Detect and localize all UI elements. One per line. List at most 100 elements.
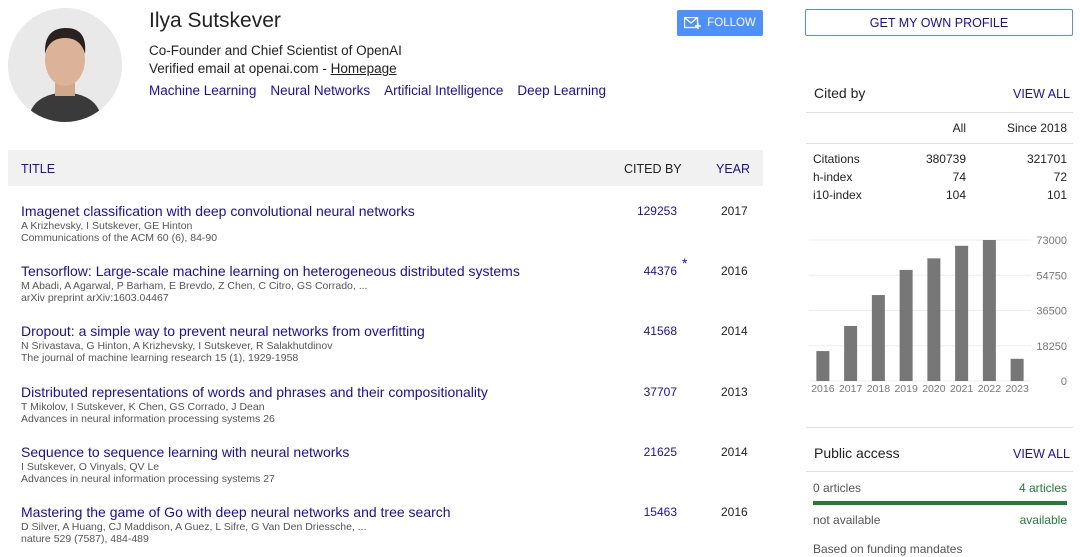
x-tick-label: 2016 xyxy=(811,383,835,395)
citation-bar[interactable] xyxy=(844,325,858,381)
citation-bar[interactable] xyxy=(1010,358,1024,381)
not-available-count: 0 articles xyxy=(813,481,862,495)
x-tick-label: 2021 xyxy=(950,383,974,395)
stat-label: h-index xyxy=(813,170,853,184)
cited-by-link[interactable]: 129253 xyxy=(621,204,677,218)
avatar xyxy=(8,8,122,122)
citation-bar[interactable] xyxy=(955,245,969,381)
citations-per-year-chart: 0 18250 36500 54750 73000 2016 2017 2018 2019 202… xyxy=(809,235,1067,395)
y-tick-label: 73000 xyxy=(1036,235,1067,247)
article-row: Distributed representations of words and… xyxy=(21,384,763,440)
citation-bar[interactable] xyxy=(871,295,885,381)
article-row: Tensorflow: Large-scale machine learning… xyxy=(21,255,763,319)
stat-since-value: 101 xyxy=(1046,188,1067,202)
article-venue: The journal of machine learning research… xyxy=(21,352,299,364)
citation-bar[interactable] xyxy=(927,258,941,381)
interest-link[interactable]: Neural Networks xyxy=(270,83,370,98)
article-title-link[interactable]: Dropout: a simple way to prevent neural … xyxy=(21,323,425,339)
article-title-link[interactable]: Sequence to sequence learning with neura… xyxy=(21,444,349,460)
x-tick-label: 2017 xyxy=(839,383,863,395)
email-text: Verified email at openai.com - xyxy=(149,61,327,76)
article-title-link[interactable]: Distributed representations of words and… xyxy=(21,384,488,400)
stat-all-value: 380739 xyxy=(925,152,966,166)
article-row: Mastering the game of Go with deep neura… xyxy=(21,504,763,557)
cited-by-link[interactable]: 41568 xyxy=(621,324,677,338)
stat-label: i10-index xyxy=(813,188,862,202)
follow-button[interactable]: FOLLOW xyxy=(677,10,763,36)
article-authors: I Sutskever, O Vinyals, QV Le xyxy=(21,461,160,473)
interest-link[interactable]: Artificial Intelligence xyxy=(384,83,503,98)
profile-affiliation: Co-Founder and Chief Scientist of OpenAI xyxy=(149,43,402,58)
article-venue: Communications of the ACM 60 (6), 84-90 xyxy=(21,232,218,244)
cited-by-link[interactable]: 44376 xyxy=(621,264,677,278)
article-year: 2016 xyxy=(721,264,748,278)
x-tick-label: 2022 xyxy=(978,383,1002,395)
divider xyxy=(806,112,1073,113)
available-count[interactable]: 4 articles xyxy=(987,481,1067,495)
research-interests: Machine Learning Neural Networks Artific… xyxy=(149,83,606,98)
article-year: 2014 xyxy=(721,445,748,459)
articles-table-header: TITLE CITED BY YEAR xyxy=(8,150,763,186)
cited-by-link[interactable]: 21625 xyxy=(621,445,677,459)
sort-by-year[interactable]: YEAR xyxy=(716,162,750,176)
stat-all-value: 104 xyxy=(945,188,966,202)
article-title-link[interactable]: Imagenet classification with deep convol… xyxy=(21,203,415,219)
sort-by-title[interactable]: TITLE xyxy=(21,162,55,176)
citation-bar[interactable] xyxy=(982,240,996,381)
article-authors: A Krizhevsky, I Sutskever, GE Hinton xyxy=(21,220,193,232)
stat-since-value: 72 xyxy=(1053,170,1067,184)
cited-by-title: Cited by xyxy=(814,85,866,101)
public-access-bar xyxy=(813,501,1067,505)
homepage-link[interactable]: Homepage xyxy=(331,61,397,76)
article-venue: nature 529 (7587), 484-489 xyxy=(21,533,149,545)
not-available-label: not available xyxy=(813,513,881,527)
y-tick-label: 36500 xyxy=(1036,306,1067,318)
interest-link[interactable]: Machine Learning xyxy=(149,83,256,98)
available-label: available xyxy=(1019,513,1067,527)
citation-bar[interactable] xyxy=(899,269,913,381)
article-year: 2014 xyxy=(721,324,748,338)
col-all-header: All xyxy=(952,121,966,135)
x-tick-label: 2020 xyxy=(922,383,946,395)
article-authors: M Abadi, A Agarwal, P Barham, E Brevdo, … xyxy=(21,280,368,292)
article-title-link[interactable]: Mastering the game of Go with deep neura… xyxy=(21,504,451,520)
divider xyxy=(806,427,1073,428)
public-access-title: Public access xyxy=(814,445,900,461)
article-row: Sequence to sequence learning with neura… xyxy=(21,444,763,500)
article-row: Dropout: a simple way to prevent neural … xyxy=(21,323,763,379)
sort-by-cited[interactable]: CITED BY xyxy=(624,162,682,176)
get-my-own-profile-button[interactable]: GET MY OWN PROFILE xyxy=(805,9,1073,36)
article-venue: Advances in neural information processin… xyxy=(21,473,275,485)
article-year: 2017 xyxy=(721,204,748,218)
interest-link[interactable]: Deep Learning xyxy=(517,83,606,98)
avatar-photo xyxy=(8,8,122,122)
cited-by-link[interactable]: 37707 xyxy=(621,385,677,399)
article-year: 2016 xyxy=(721,505,748,519)
article-authors: N Srivastava, G Hinton, A Krizhevsky, I … xyxy=(21,340,333,352)
merged-citations-marker: * xyxy=(682,255,688,271)
citation-bar[interactable] xyxy=(816,351,830,381)
article-title-link[interactable]: Tensorflow: Large-scale machine learning… xyxy=(21,263,520,279)
x-tick-label: 2018 xyxy=(867,383,891,395)
article-venue: arXiv preprint arXiv:1603.04467 xyxy=(21,292,169,304)
y-tick-label: 0 xyxy=(1061,376,1067,388)
x-tick-label: 2023 xyxy=(1005,383,1029,395)
stat-label: Citations xyxy=(813,152,860,166)
cited-by-link[interactable]: 15463 xyxy=(621,505,677,519)
article-year: 2013 xyxy=(721,385,748,399)
stat-all-value: 74 xyxy=(952,170,966,184)
y-tick-label: 54750 xyxy=(1036,270,1067,282)
public-access-view-all-link[interactable]: VIEW ALL xyxy=(1013,447,1070,461)
follow-label: FOLLOW xyxy=(707,17,756,29)
profile-email: Verified email at openai.com - Homepage xyxy=(149,61,397,76)
x-tick-label: 2019 xyxy=(894,383,918,395)
article-authors: T Mikolov, I Sutskever, K Chen, GS Corra… xyxy=(21,401,265,413)
email-follow-icon xyxy=(684,16,702,29)
y-tick-label: 18250 xyxy=(1036,341,1067,353)
article-venue: Advances in neural information processin… xyxy=(21,413,275,425)
stat-since-value: 321701 xyxy=(1026,152,1067,166)
article-row: Imagenet classification with deep convol… xyxy=(21,203,763,259)
public-access-bar-fill xyxy=(813,501,1067,505)
funding-mandates-note: Based on funding mandates xyxy=(813,542,963,556)
cited-by-view-all-link[interactable]: VIEW ALL xyxy=(1013,87,1070,101)
